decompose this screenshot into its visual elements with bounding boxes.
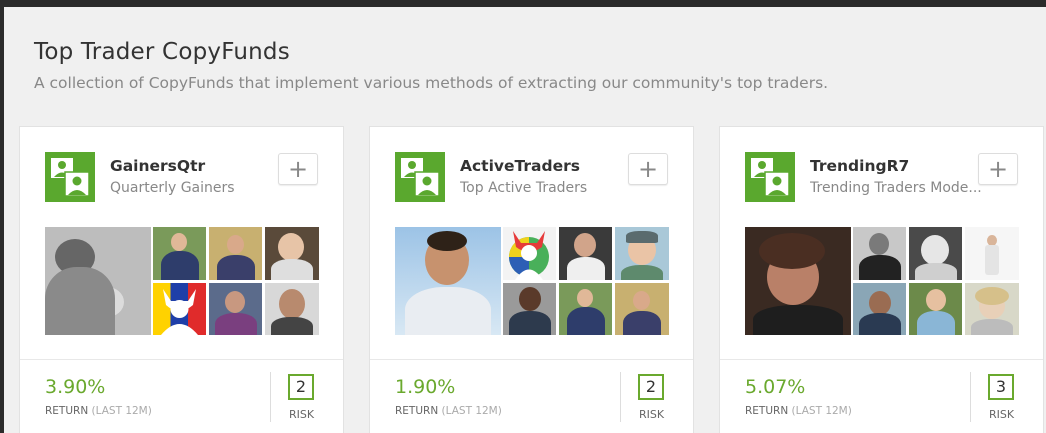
trader-photo-grid: [745, 227, 1019, 335]
card-name[interactable]: ActiveTraders: [460, 157, 580, 175]
card-name[interactable]: TrendingR7: [810, 157, 909, 175]
card-stats: 5.07% RETURN (LAST 12M) 3 RISK: [720, 359, 1043, 433]
trader-avatar[interactable]: [503, 283, 556, 335]
trader-avatar[interactable]: [909, 227, 962, 280]
return-period: (LAST 12M): [791, 405, 852, 417]
stats-divider: [620, 372, 621, 422]
trader-avatar[interactable]: [559, 227, 612, 280]
trader-avatar[interactable]: [503, 227, 556, 280]
return-label: RETURN (LAST 12M): [45, 405, 152, 417]
copyfund-card-gainersqtr[interactable]: GainersQtr Quarterly Gainers + 3.90% RET…: [19, 126, 344, 433]
card-stats: 3.90% RETURN (LAST 12M) 2 RISK: [20, 359, 343, 433]
trader-avatar[interactable]: [745, 227, 851, 335]
return-value: 1.90%: [395, 376, 456, 398]
card-name[interactable]: GainersQtr: [110, 157, 205, 175]
trader-avatar[interactable]: [209, 283, 262, 335]
trader-avatar[interactable]: [559, 283, 612, 335]
trader-photo-grid: [395, 227, 669, 335]
trader-avatar[interactable]: [853, 227, 906, 280]
trader-avatar[interactable]: [909, 283, 962, 335]
trader-avatar[interactable]: [965, 283, 1019, 335]
copyfund-card-activetraders[interactable]: ActiveTraders Top Active Traders + 1.90%…: [369, 126, 694, 433]
return-period: (LAST 12M): [91, 405, 152, 417]
page-subtitle: A collection of CopyFunds that implement…: [34, 74, 829, 92]
trader-photo-grid: [45, 227, 319, 335]
card-description: Top Active Traders: [460, 180, 588, 196]
trader-avatar[interactable]: [615, 227, 669, 280]
risk-label: RISK: [989, 408, 1015, 421]
card-description: Trending Traders Mode...: [810, 180, 982, 196]
stats-divider: [970, 372, 971, 422]
return-value: 5.07%: [745, 376, 806, 398]
trader-avatar[interactable]: [395, 227, 501, 335]
risk-score-badge: 2: [638, 374, 664, 400]
trader-avatar[interactable]: [853, 283, 906, 335]
return-label: RETURN (LAST 12M): [395, 405, 502, 417]
return-period: (LAST 12M): [441, 405, 502, 417]
copyfund-logo-icon: [745, 152, 795, 202]
add-copyfund-button[interactable]: +: [628, 153, 668, 185]
copyfund-logo-icon: [395, 152, 445, 202]
trader-avatar[interactable]: [209, 227, 262, 280]
add-copyfund-button[interactable]: +: [278, 153, 318, 185]
trader-avatar[interactable]: [153, 283, 206, 335]
page-title: Top Trader CopyFunds: [34, 39, 290, 65]
risk-label: RISK: [289, 408, 315, 421]
card-description: Quarterly Gainers: [110, 180, 235, 196]
trader-avatar[interactable]: [45, 227, 151, 335]
risk-score-badge: 3: [988, 374, 1014, 400]
risk-label: RISK: [639, 408, 665, 421]
trader-avatar[interactable]: [265, 227, 319, 280]
stats-divider: [270, 372, 271, 422]
trader-avatar[interactable]: [615, 283, 669, 335]
return-value: 3.90%: [45, 376, 106, 398]
copyfunds-panel: Top Trader CopyFunds A collection of Cop…: [4, 7, 1046, 433]
return-label-text: RETURN: [395, 405, 439, 417]
risk-score-badge: 2: [288, 374, 314, 400]
copyfund-logo-icon: [45, 152, 95, 202]
return-label: RETURN (LAST 12M): [745, 405, 852, 417]
card-stats: 1.90% RETURN (LAST 12M) 2 RISK: [370, 359, 693, 433]
return-label-text: RETURN: [745, 405, 789, 417]
copyfund-card-trendingr7[interactable]: TrendingR7 Trending Traders Mode... + 5.…: [719, 126, 1044, 433]
trader-avatar[interactable]: [153, 227, 206, 280]
trader-avatar[interactable]: [965, 227, 1019, 280]
return-label-text: RETURN: [45, 405, 89, 417]
add-copyfund-button[interactable]: +: [978, 153, 1018, 185]
trader-avatar[interactable]: [265, 283, 319, 335]
